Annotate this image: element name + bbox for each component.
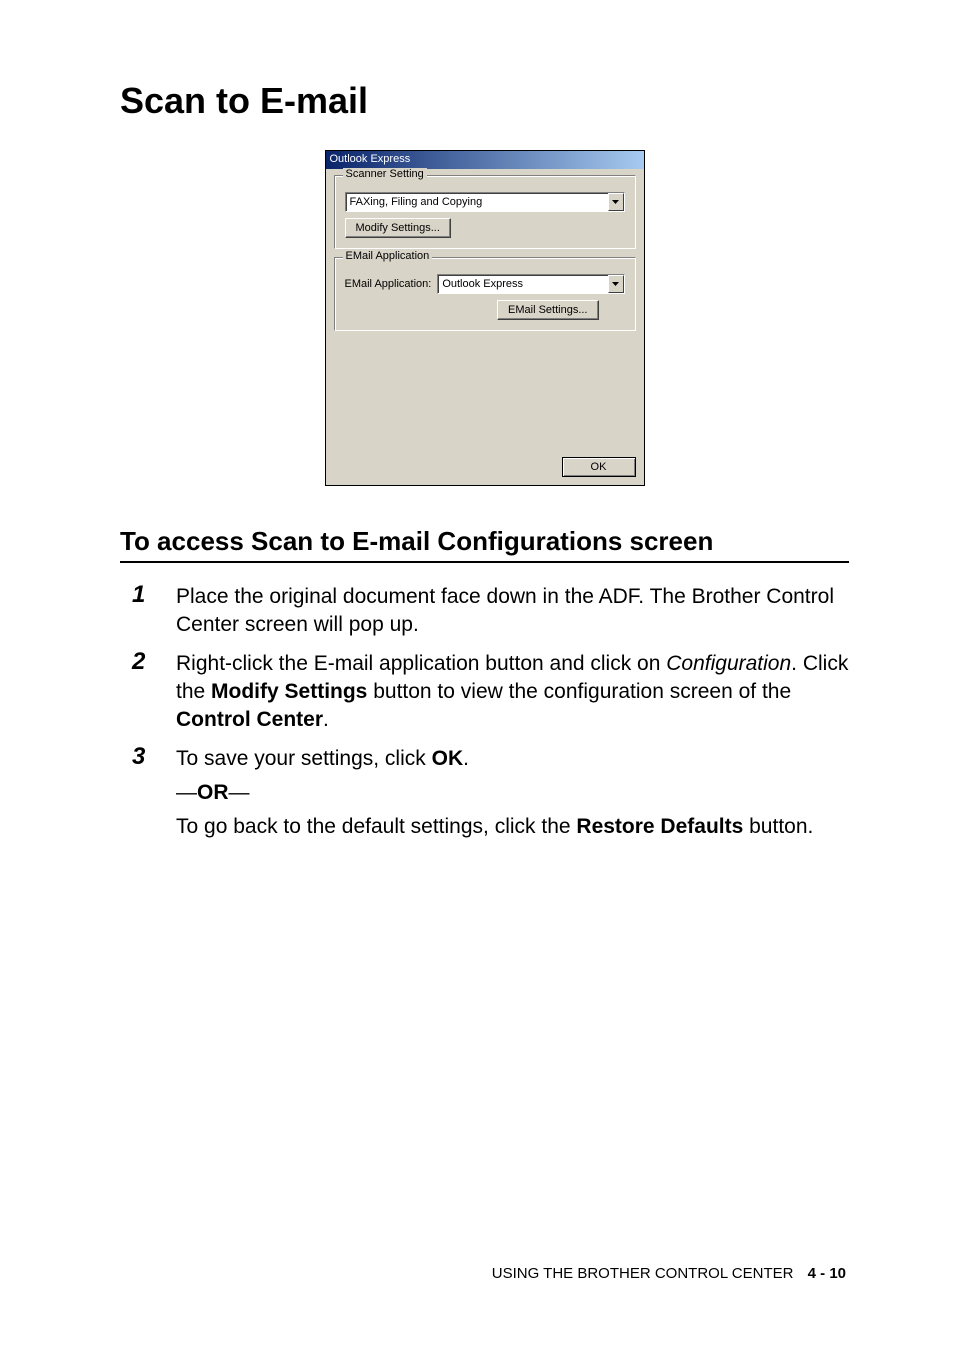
dialog-screenshot: Outlook Express Scanner Setting FAXing, … bbox=[120, 150, 849, 486]
email-application-legend: EMail Application bbox=[343, 250, 433, 262]
scanner-setting-group: Scanner Setting FAXing, Filing and Copyi… bbox=[334, 175, 636, 249]
modify-settings-button[interactable]: Modify Settings... bbox=[345, 218, 451, 238]
scanner-preset-dropdown[interactable]: FAXing, Filing and Copying bbox=[345, 192, 625, 212]
email-settings-button[interactable]: EMail Settings... bbox=[497, 300, 598, 320]
outlook-express-dialog: Outlook Express Scanner Setting FAXing, … bbox=[325, 150, 645, 486]
scanner-setting-legend: Scanner Setting bbox=[343, 168, 427, 180]
step-number: 2 bbox=[132, 650, 176, 735]
step-text: To save your settings, click OK. —OR— To… bbox=[176, 745, 849, 848]
email-application-label: EMail Application: bbox=[345, 278, 432, 290]
chevron-down-icon[interactable] bbox=[608, 193, 624, 211]
email-application-dropdown[interactable]: Outlook Express bbox=[437, 274, 624, 294]
list-item: 1 Place the original document face down … bbox=[132, 583, 849, 640]
dialog-titlebar: Outlook Express bbox=[326, 151, 644, 169]
list-item: 2 Right-click the E-mail application but… bbox=[132, 650, 849, 735]
section-heading: To access Scan to E-mail Configurations … bbox=[120, 526, 849, 563]
ok-button[interactable]: OK bbox=[562, 457, 636, 477]
step-text: Right-click the E-mail application butto… bbox=[176, 650, 849, 735]
step-number: 3 bbox=[132, 745, 176, 848]
page-footer: USING THE BROTHER CONTROL CENTER 4 - 10 bbox=[492, 1265, 846, 1282]
footer-text: USING THE BROTHER CONTROL CENTER bbox=[492, 1265, 794, 1282]
instruction-list: 1 Place the original document face down … bbox=[120, 583, 849, 848]
email-application-group: EMail Application EMail Application: Out… bbox=[334, 257, 636, 331]
page-number: 4 - 10 bbox=[808, 1265, 846, 1282]
scanner-preset-value: FAXing, Filing and Copying bbox=[350, 196, 483, 208]
chevron-down-icon[interactable] bbox=[608, 275, 624, 293]
list-item: 3 To save your settings, click OK. —OR— … bbox=[132, 745, 849, 848]
page-title: Scan to E-mail bbox=[120, 80, 849, 122]
step-number: 1 bbox=[132, 583, 176, 640]
step-text: Place the original document face down in… bbox=[176, 583, 849, 640]
email-application-value: Outlook Express bbox=[442, 278, 523, 290]
